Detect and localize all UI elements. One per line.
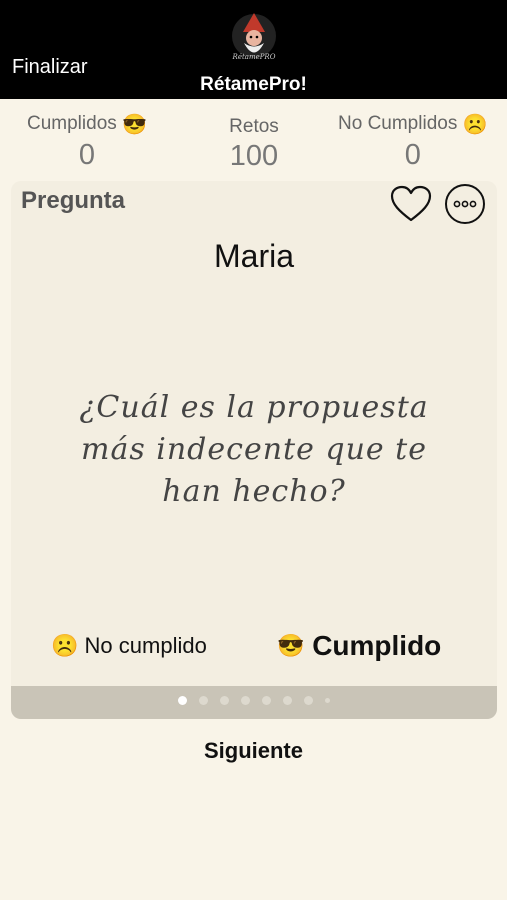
stat-challenges: Retos 100 xyxy=(218,112,290,173)
stat-not-completed: No Cumplidos ☹️ 0 xyxy=(338,112,488,172)
sad-face-icon: ☹️ xyxy=(51,633,79,658)
stat-not-completed-value: 0 xyxy=(404,139,421,171)
page-dot[interactable] xyxy=(304,696,313,705)
page-dot[interactable] xyxy=(325,698,330,703)
page-indicator-strip xyxy=(11,686,497,719)
page-dot[interactable] xyxy=(178,696,187,705)
app-title: RétamePro! xyxy=(200,74,307,95)
stat-completed: Cumplidos 😎 0 xyxy=(27,112,147,172)
not-completed-label: No cumplido xyxy=(84,633,207,658)
page-dots xyxy=(11,696,497,705)
logo-text: RétamePRO xyxy=(232,53,276,61)
sad-face-icon: ☹️ xyxy=(462,114,488,136)
question-text: ¿Cuál es la propuesta más indecente que … xyxy=(79,390,429,509)
top-bar: Finalizar RétamePRO RétamePro! xyxy=(0,0,507,99)
not-completed-button[interactable]: ☹️ No cumplido xyxy=(51,633,207,659)
cool-face-icon: 😎 xyxy=(122,114,147,136)
stat-completed-value: 0 xyxy=(78,139,96,171)
player-name: Maria xyxy=(213,238,294,274)
completed-label: Cumplido xyxy=(312,630,442,661)
page-dot[interactable] xyxy=(199,696,208,705)
heart-icon[interactable] xyxy=(389,184,433,224)
page-dot[interactable] xyxy=(262,696,271,705)
stat-challenges-value: 100 xyxy=(229,140,279,172)
stat-not-completed-label: No Cumplidos ☹️ xyxy=(338,113,488,136)
page-dot[interactable] xyxy=(283,696,292,705)
page-dot[interactable] xyxy=(220,696,229,705)
cool-face-icon: 😎 xyxy=(277,633,305,658)
next-button[interactable]: Siguiente xyxy=(0,738,507,764)
card-heading: Pregunta xyxy=(21,187,126,214)
page-dot[interactable] xyxy=(241,696,250,705)
stat-completed-label: Cumplidos 😎 xyxy=(27,113,147,136)
stat-challenges-label: Retos xyxy=(229,116,279,137)
more-options-icon[interactable] xyxy=(444,183,486,225)
completed-button[interactable]: 😎 Cumplido xyxy=(277,630,441,662)
question-card: Pregunta Maria ¿Cuál es la propuesta más… xyxy=(11,181,497,719)
